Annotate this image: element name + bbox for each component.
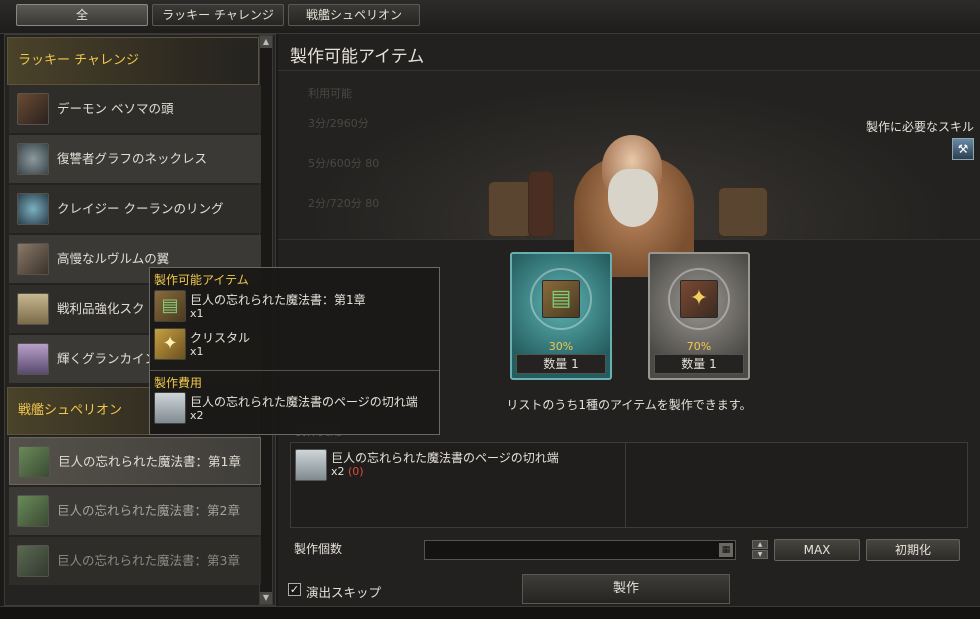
tooltip-separator: [150, 370, 439, 371]
book-icon: ▤: [154, 290, 186, 322]
item-tooltip: 製作可能アイテム ▤ 巨人の忘れられた魔法書：第1章 x1 ✦ クリスタル x1…: [149, 267, 440, 435]
tooltip-header-items: 製作可能アイテム: [154, 273, 249, 287]
increment-icon[interactable]: ▲: [752, 540, 768, 549]
tooltip-cost-name: 巨人の忘れられた魔法書のページの切れ端: [190, 395, 418, 409]
success-rate: 30%: [548, 340, 574, 353]
scroll-down-icon[interactable]: ▼: [260, 592, 272, 604]
skip-effect-label: 演出スキップ: [306, 585, 382, 600]
result-card-crystal[interactable]: ✦ 70% 数量 1: [648, 252, 750, 380]
book-icon: [18, 446, 50, 478]
card-quantity: 数量 1: [516, 354, 606, 374]
list-item-label: 輝くグランカイン: [57, 351, 158, 366]
reset-button[interactable]: 初期化: [866, 539, 960, 561]
book-icon: ▤: [542, 280, 580, 318]
cost-item-qty: x2 (0): [331, 465, 364, 478]
bottle: [528, 171, 554, 237]
success-rate: 70%: [686, 340, 712, 353]
list-item[interactable]: デーモン ベソマの頭: [9, 85, 261, 133]
faded-text: 利用可能: [308, 87, 352, 100]
tab-battleship-superion[interactable]: 戦艦シュペリオン: [288, 4, 420, 26]
ring-icon: [17, 193, 49, 225]
tooltip-item-qty: x1: [190, 345, 204, 358]
necklace-icon: [17, 143, 49, 175]
tab-lucky-challenge[interactable]: ラッキー チャレンジ: [152, 4, 284, 26]
decrement-icon[interactable]: ▼: [752, 550, 768, 559]
cost-item-name: 巨人の忘れられた魔法書のページの切れ端: [331, 451, 559, 465]
list-item-selected[interactable]: 巨人の忘れられた魔法書：第1章: [9, 437, 261, 485]
book-icon: [17, 495, 49, 527]
page-title: 製作可能アイテム: [290, 47, 425, 67]
cost-qty-value: x2: [331, 465, 345, 478]
wing-icon: [17, 243, 49, 275]
list-item-label: デーモン ベソマの頭: [57, 101, 174, 116]
tooltip-header-cost: 製作費用: [154, 376, 203, 390]
npc-dwarf-beard: [608, 169, 658, 227]
list-item-label: 巨人の忘れられた魔法書：第1章: [58, 454, 241, 469]
page-icon: [295, 449, 327, 481]
scroll-icon: [17, 293, 49, 325]
calculator-icon[interactable]: ▦: [719, 543, 733, 557]
list-item[interactable]: 巨人の忘れられた魔法書：第3章: [9, 537, 261, 585]
book-icon: [17, 545, 49, 577]
list-item[interactable]: クレイジー クーランのリング: [9, 185, 261, 233]
top-tab-bar: 全 ラッキー チャレンジ 戦艦シュペリオン: [0, 0, 980, 34]
crystal-icon: ✦: [154, 328, 186, 360]
faded-text: 2分/720分 80: [308, 197, 380, 210]
page-icon: [154, 392, 186, 424]
card-quantity: 数量 1: [654, 354, 744, 374]
craft-button[interactable]: 製作: [522, 574, 730, 604]
craft-count-input[interactable]: ▦: [424, 540, 736, 560]
tooltip-item-qty: x1: [190, 307, 204, 320]
scroll-icon: [17, 343, 49, 375]
list-item-label: 戦利品強化スク: [57, 301, 145, 316]
max-button[interactable]: MAX: [774, 539, 860, 561]
divider: [625, 443, 626, 527]
list-item[interactable]: 巨人の忘れられた魔法書：第2章: [9, 487, 261, 535]
tooltip-item-name: クリスタル: [190, 331, 251, 345]
faded-text: 3分/2960分: [308, 117, 369, 130]
tooltip-item-name: 巨人の忘れられた魔法書：第1章: [190, 293, 366, 307]
category-lucky-challenge[interactable]: ラッキー チャレンジ: [7, 37, 259, 85]
scroll-up-icon[interactable]: ▲: [260, 36, 272, 48]
list-item-label: 巨人の忘れられた魔法書：第2章: [57, 503, 240, 518]
list-item-label: 復讐者グラフのネックレス: [57, 151, 208, 166]
skill-icon[interactable]: ⚒: [952, 138, 974, 160]
tab-all[interactable]: 全: [16, 4, 148, 26]
list-item[interactable]: 復讐者グラフのネックレス: [9, 135, 261, 183]
list-item-label: 巨人の忘れられた魔法書：第3章: [57, 553, 240, 568]
skip-effect-checkbox[interactable]: ✓: [288, 583, 301, 596]
faded-text: 5分/600分 80: [308, 157, 380, 170]
bottom-bar: [0, 606, 980, 619]
cost-box: 巨人の忘れられた魔法書のページの切れ端 x2 (0): [290, 442, 968, 528]
tooltip-cost-qty: x2: [190, 409, 204, 422]
craft-count-label: 製作個数: [294, 542, 343, 556]
required-skill-label: 製作に必要なスキル: [865, 120, 974, 134]
barrel: [718, 187, 768, 237]
owned-count: (0): [348, 465, 364, 478]
barrel: [488, 181, 532, 237]
list-item-label: クレイジー クーランのリング: [57, 201, 224, 216]
npc-scene: 利用可能 3分/2960分 5分/600分 80 2分/720分 80: [278, 70, 980, 277]
horn-icon: [17, 93, 49, 125]
crystal-icon: ✦: [680, 280, 718, 318]
result-card-book[interactable]: ▤ 30% 数量 1: [510, 252, 612, 380]
